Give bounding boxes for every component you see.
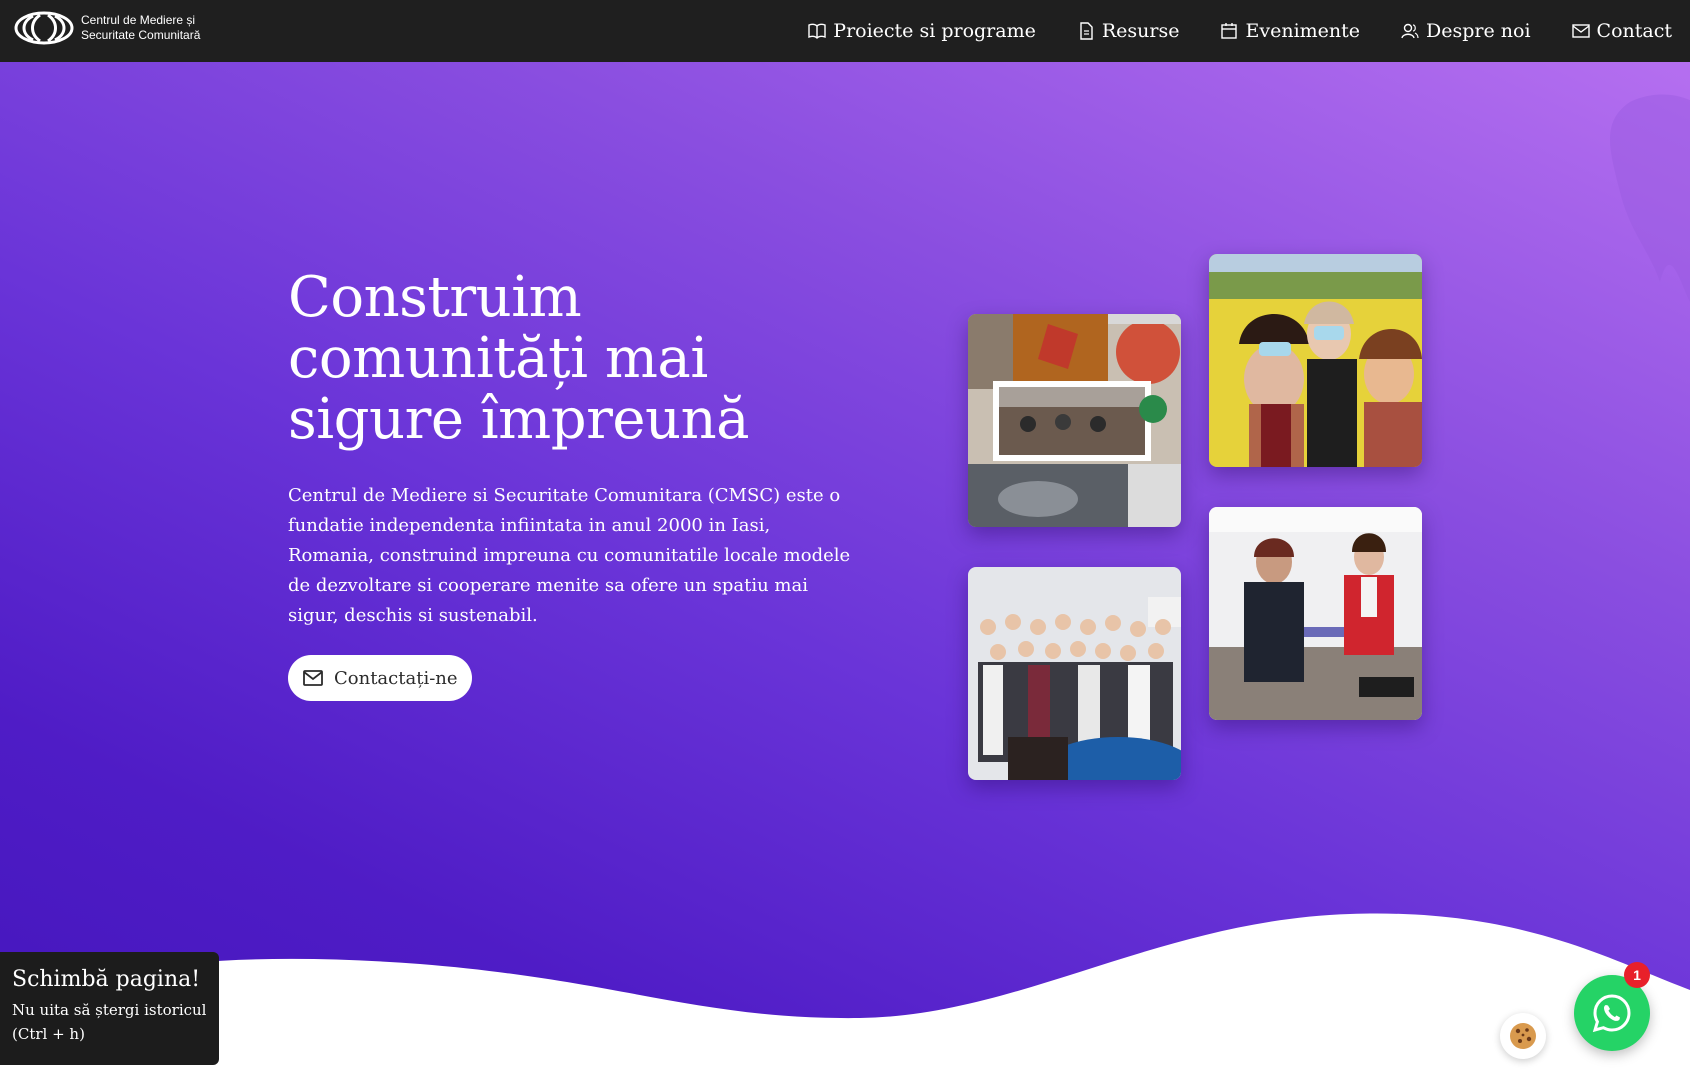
- photo-collage-image: [968, 314, 1181, 527]
- hero-wave-divider: [0, 913, 1690, 1080]
- nav-item-about[interactable]: Despre noi: [1400, 20, 1531, 42]
- toast-body: Nu uita să ștergi istoricul (Ctrl + h): [12, 998, 207, 1046]
- navbar: Centrul de Mediere și Securitate Comunit…: [0, 0, 1690, 62]
- nav-label-projects: Proiecte si programe: [833, 20, 1036, 42]
- toast-line-1: Nu uita să ștergi istoricul: [12, 1001, 207, 1019]
- notification-badge: 1: [1624, 962, 1650, 988]
- decorative-blob: [1610, 94, 1690, 302]
- hero-section: Construim comunități mai sigure împreună…: [0, 62, 1690, 1080]
- site-logo[interactable]: Centrul de Mediere și Securitate Comunit…: [13, 10, 200, 46]
- people-icon: [1401, 23, 1419, 39]
- cookie-icon: [1510, 1023, 1536, 1049]
- logo-mark-icon: [14, 11, 74, 45]
- nav-label-about: Despre noi: [1426, 20, 1531, 42]
- photo-group: [968, 567, 1181, 780]
- photo-workshop-collage: [968, 314, 1181, 527]
- hero-description: Centrul de Mediere si Securitate Comunit…: [288, 485, 851, 626]
- logo-line-1: Centrul de Mediere și: [81, 13, 196, 27]
- hero-title: Construim comunități mai sigure împreună: [288, 267, 848, 450]
- cookie-settings-button[interactable]: [1500, 1013, 1546, 1059]
- toast-title: Schimbă pagina!: [12, 967, 201, 992]
- photo-field-image: [1209, 254, 1422, 467]
- logo-line-2: Securitate Comunitară: [81, 28, 201, 42]
- logo-text: Centrul de Mediere și Securitate Comunit…: [81, 13, 200, 43]
- book-icon: [808, 23, 826, 39]
- envelope-icon: [303, 670, 323, 686]
- nav-item-contact[interactable]: Contact: [1571, 20, 1672, 42]
- document-icon: [1080, 22, 1093, 40]
- photo-rapeseed-field: [1209, 254, 1422, 467]
- photo-presentation-image: [1209, 507, 1422, 720]
- nav-item-events[interactable]: Evenimente: [1219, 20, 1360, 42]
- envelope-icon: [1571, 24, 1590, 38]
- contact-us-label: Contactați-ne: [334, 667, 458, 689]
- hero-title-line-1: Construim: [288, 265, 582, 330]
- toast-line-2: (Ctrl + h): [12, 1025, 85, 1043]
- hero-title-line-3: sigure împreună: [288, 387, 750, 452]
- hero-title-line-2: comunități mai: [288, 326, 708, 391]
- contact-us-button[interactable]: Contactați-ne: [288, 655, 472, 701]
- photo-presentation: [1209, 507, 1422, 720]
- nav-item-resources[interactable]: Resurse: [1076, 20, 1180, 42]
- main-nav: Proiecte si programe Resurse Evenimente: [807, 0, 1672, 62]
- nav-label-resources: Resurse: [1101, 20, 1180, 42]
- calendar-icon: [1221, 23, 1238, 39]
- nav-label-events: Evenimente: [1245, 20, 1361, 42]
- whatsapp-icon: [1592, 994, 1631, 1033]
- history-reminder-toast: Schimbă pagina! Nu uita să ștergi istori…: [0, 952, 219, 1065]
- nav-item-projects[interactable]: Proiecte si programe: [807, 20, 1036, 42]
- nav-label-contact: Contact: [1596, 20, 1672, 42]
- photo-group-image: [968, 567, 1181, 780]
